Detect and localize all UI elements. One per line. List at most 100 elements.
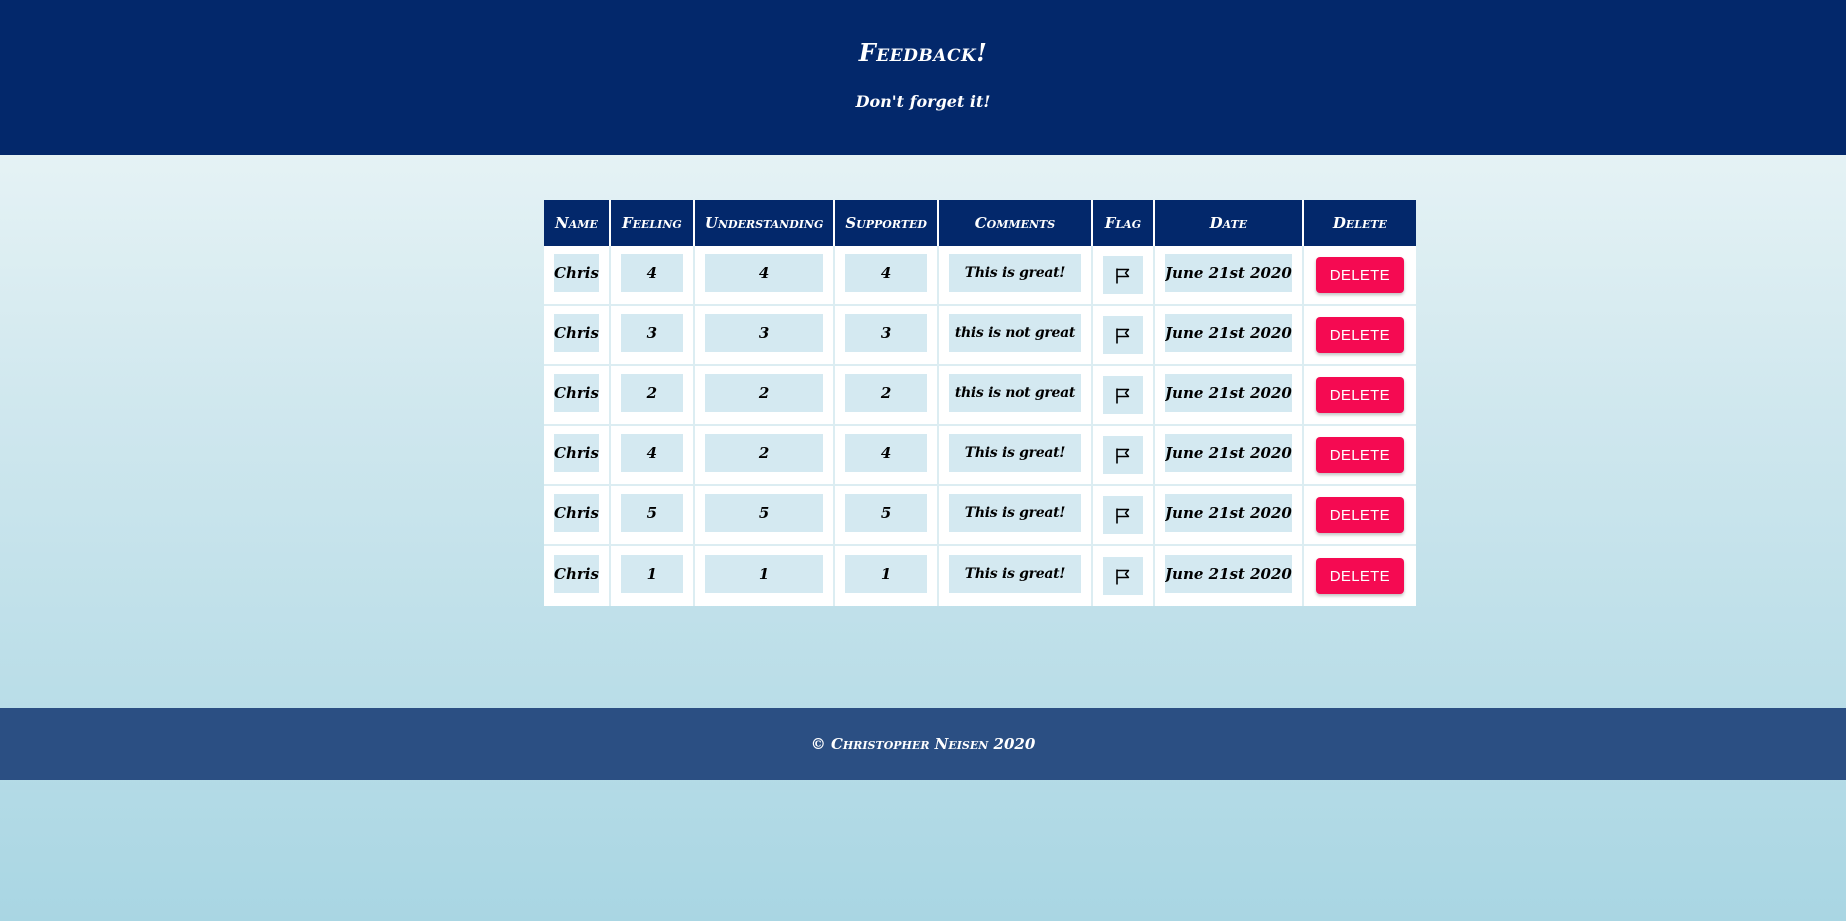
flag-icon[interactable] <box>1102 436 1143 474</box>
row-name: Chris <box>554 374 599 412</box>
cell-delete: DELETE <box>1303 246 1416 306</box>
cell-feeling: 4 <box>610 426 695 486</box>
column-header-comments: Comments <box>938 200 1093 246</box>
cell-delete: DELETE <box>1303 546 1416 606</box>
row-comments: This is great! <box>948 434 1081 472</box>
cell-comments: This is great! <box>938 546 1093 606</box>
cell-date: June 21st 2020 <box>1154 546 1304 606</box>
cell-name: Chris <box>544 306 611 366</box>
row-name: Chris <box>554 494 599 532</box>
cell-comments: This is great! <box>938 246 1093 306</box>
cell-feeling: 4 <box>610 246 695 306</box>
row-date: June 21st 2020 <box>1164 434 1292 472</box>
table-row: Chris 4 4 4 This is great! June 21st 2020 DELE… <box>544 246 1416 306</box>
row-name: Chris <box>554 254 599 292</box>
cell-understanding: 1 <box>694 546 836 606</box>
cell-comments: this is not great <box>938 306 1093 366</box>
cell-comments: This is great! <box>938 426 1093 486</box>
cell-supported: 3 <box>835 306 939 366</box>
column-header-date: Date <box>1154 200 1304 246</box>
row-name: Chris <box>554 555 599 593</box>
row-understanding: 4 <box>704 254 824 292</box>
column-header-name: Name <box>544 200 611 246</box>
cell-delete: DELETE <box>1303 426 1416 486</box>
row-supported: 5 <box>845 494 927 532</box>
cell-feeling: 2 <box>610 366 695 426</box>
feedback-table-container: Name Feeling Understanding Supported Com… <box>544 200 1416 606</box>
column-header-flag: Flag <box>1092 200 1155 246</box>
row-supported: 4 <box>845 254 927 292</box>
cell-supported: 4 <box>835 426 939 486</box>
row-feeling: 1 <box>620 555 683 593</box>
cell-flag <box>1092 306 1155 366</box>
page-footer: © Christopher Neisen 2020 <box>0 708 1846 780</box>
row-understanding: 5 <box>704 494 824 532</box>
cell-feeling: 5 <box>610 486 695 546</box>
flag-icon[interactable] <box>1102 256 1143 294</box>
row-supported: 3 <box>845 314 927 352</box>
delete-button[interactable]: DELETE <box>1315 558 1404 594</box>
delete-button[interactable]: DELETE <box>1315 317 1404 353</box>
cell-supported: 4 <box>835 246 939 306</box>
row-supported: 4 <box>845 434 927 472</box>
cell-supported: 5 <box>835 486 939 546</box>
table-row: Chris 1 1 1 This is great! June 21st 2020 DELE… <box>544 546 1416 606</box>
cell-date: June 21st 2020 <box>1154 366 1304 426</box>
cell-flag <box>1092 366 1155 426</box>
footer-copyright: © Christopher Neisen 2020 <box>810 735 1036 753</box>
table-row: Chris 3 3 3 this is not great June 21st 2020 D… <box>544 306 1416 366</box>
row-comments: this is not great <box>948 374 1081 412</box>
cell-delete: DELETE <box>1303 486 1416 546</box>
delete-button[interactable]: DELETE <box>1315 437 1404 473</box>
page-title: Feedback! <box>858 38 988 67</box>
cell-feeling: 1 <box>610 546 695 606</box>
cell-date: June 21st 2020 <box>1154 246 1304 306</box>
cell-name: Chris <box>544 486 611 546</box>
row-feeling: 4 <box>620 434 683 472</box>
table-body: Chris 4 4 4 This is great! June 21st 2020 DELE… <box>544 246 1416 606</box>
table-header-row: Name Feeling Understanding Supported Com… <box>544 200 1416 246</box>
table-row: Chris 4 2 4 This is great! June 21st 2020 DELE… <box>544 426 1416 486</box>
row-comments: This is great! <box>948 555 1081 593</box>
column-header-understanding: Understanding <box>694 200 836 246</box>
row-feeling: 5 <box>620 494 683 532</box>
cell-name: Chris <box>544 546 611 606</box>
row-date: June 21st 2020 <box>1164 314 1292 352</box>
cell-delete: DELETE <box>1303 366 1416 426</box>
delete-button[interactable]: DELETE <box>1315 257 1404 293</box>
cell-supported: 1 <box>835 546 939 606</box>
cell-feeling: 3 <box>610 306 695 366</box>
table-row: Chris 2 2 2 this is not great June 21st 2020 D… <box>544 366 1416 426</box>
row-understanding: 2 <box>704 374 824 412</box>
row-feeling: 3 <box>620 314 683 352</box>
cell-flag <box>1092 246 1155 306</box>
cell-name: Chris <box>544 366 611 426</box>
row-supported: 2 <box>845 374 927 412</box>
cell-date: June 21st 2020 <box>1154 306 1304 366</box>
row-understanding: 3 <box>704 314 824 352</box>
cell-flag <box>1092 426 1155 486</box>
cell-understanding: 2 <box>694 366 836 426</box>
delete-button[interactable]: DELETE <box>1315 377 1404 413</box>
row-supported: 1 <box>845 555 927 593</box>
cell-date: June 21st 2020 <box>1154 486 1304 546</box>
flag-icon[interactable] <box>1102 496 1143 534</box>
row-feeling: 2 <box>620 374 683 412</box>
flag-icon[interactable] <box>1102 557 1143 595</box>
cell-date: June 21st 2020 <box>1154 426 1304 486</box>
row-name: Chris <box>554 314 599 352</box>
delete-button[interactable]: DELETE <box>1315 497 1404 533</box>
table-row: Chris 5 5 5 This is great! June 21st 2020 DELE… <box>544 486 1416 546</box>
row-comments: This is great! <box>948 494 1081 532</box>
cell-understanding: 3 <box>694 306 836 366</box>
column-header-feeling: Feeling <box>610 200 695 246</box>
flag-icon[interactable] <box>1102 316 1143 354</box>
flag-icon[interactable] <box>1102 376 1143 414</box>
cell-supported: 2 <box>835 366 939 426</box>
cell-flag <box>1092 546 1155 606</box>
cell-understanding: 2 <box>694 426 836 486</box>
row-name: Chris <box>554 434 599 472</box>
page-header: Feedback! Don't forget it! <box>0 0 1846 155</box>
cell-delete: DELETE <box>1303 306 1416 366</box>
page-subtitle: Don't forget it! <box>855 92 991 111</box>
